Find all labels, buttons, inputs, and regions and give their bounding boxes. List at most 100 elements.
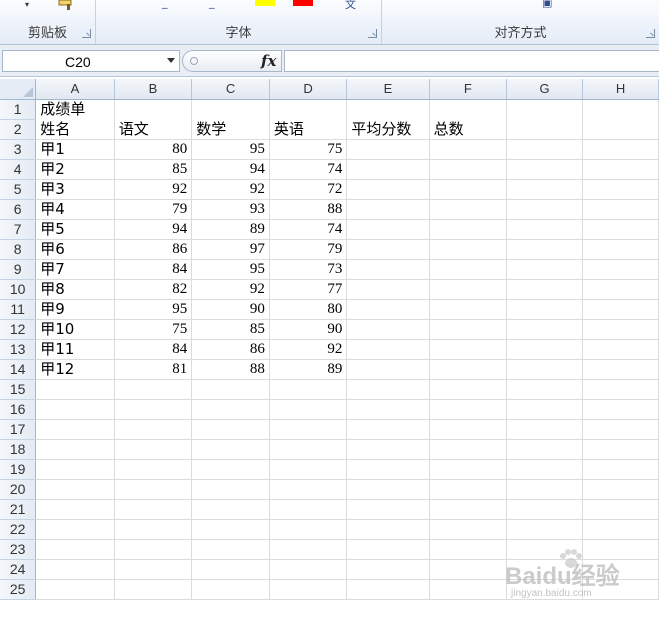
cell[interactable] bbox=[114, 99, 193, 119]
cell[interactable]: 数学 bbox=[191, 119, 270, 140]
cell[interactable]: 82 bbox=[114, 279, 193, 300]
cell[interactable]: 甲2 bbox=[35, 159, 115, 180]
cell[interactable] bbox=[191, 559, 270, 580]
row-header[interactable]: 9 bbox=[0, 259, 37, 280]
cell[interactable]: 甲5 bbox=[35, 219, 115, 240]
cell[interactable]: 甲9 bbox=[35, 299, 115, 320]
row-header[interactable]: 22 bbox=[0, 519, 37, 540]
cell[interactable] bbox=[346, 319, 430, 340]
column-header[interactable]: D bbox=[269, 79, 348, 100]
cell[interactable]: 甲4 bbox=[35, 199, 115, 220]
row-header[interactable]: 16 bbox=[0, 399, 37, 420]
cell[interactable]: 英语 bbox=[269, 119, 348, 140]
cell[interactable]: 73 bbox=[269, 259, 348, 280]
cell[interactable] bbox=[269, 439, 348, 460]
cell[interactable] bbox=[582, 239, 659, 260]
row-header[interactable]: 25 bbox=[0, 579, 37, 600]
cell[interactable] bbox=[506, 419, 584, 440]
highlight-color-icon[interactable] bbox=[255, 0, 275, 6]
cell[interactable] bbox=[269, 459, 348, 480]
cell[interactable]: 95 bbox=[191, 139, 270, 160]
insert-function-icon[interactable]: fx bbox=[261, 52, 276, 70]
cell[interactable] bbox=[191, 459, 270, 480]
cell[interactable]: 甲10 bbox=[35, 319, 115, 340]
cell[interactable] bbox=[582, 119, 659, 140]
cell[interactable] bbox=[114, 559, 193, 580]
cell[interactable] bbox=[35, 459, 115, 480]
cell[interactable] bbox=[506, 559, 584, 580]
clipboard-launcher-icon[interactable] bbox=[82, 29, 91, 38]
cell[interactable] bbox=[346, 519, 430, 540]
cell[interactable] bbox=[429, 419, 508, 440]
row-header[interactable]: 8 bbox=[0, 239, 37, 260]
cell[interactable]: 94 bbox=[114, 219, 193, 240]
cell[interactable] bbox=[35, 419, 115, 440]
cell[interactable] bbox=[582, 279, 659, 300]
row-header[interactable]: 3 bbox=[0, 139, 37, 160]
cell[interactable] bbox=[506, 499, 584, 520]
cell[interactable] bbox=[582, 219, 659, 240]
cell[interactable] bbox=[346, 99, 430, 119]
cell[interactable] bbox=[346, 159, 430, 180]
cell[interactable] bbox=[429, 399, 508, 420]
cell[interactable] bbox=[429, 559, 508, 580]
cell[interactable] bbox=[346, 499, 430, 520]
cell[interactable]: 89 bbox=[269, 359, 348, 380]
cell[interactable] bbox=[35, 479, 115, 500]
formula-input[interactable] bbox=[284, 50, 659, 72]
cell[interactable]: 成绩单 bbox=[35, 99, 115, 119]
cell[interactable]: 97 bbox=[191, 239, 270, 260]
cell[interactable]: 甲6 bbox=[35, 239, 115, 260]
cell[interactable]: 平均分数 bbox=[346, 119, 430, 140]
cell[interactable]: 93 bbox=[191, 199, 270, 220]
cell[interactable] bbox=[506, 339, 584, 360]
phonetic-icon[interactable]: 文 bbox=[345, 0, 356, 12]
cell[interactable]: 74 bbox=[269, 219, 348, 240]
cell[interactable] bbox=[346, 579, 430, 600]
cell[interactable] bbox=[429, 539, 508, 560]
cell[interactable] bbox=[506, 199, 584, 220]
cell[interactable]: 75 bbox=[114, 319, 193, 340]
cell[interactable]: 甲1 bbox=[35, 139, 115, 160]
cell[interactable] bbox=[114, 399, 193, 420]
cell[interactable] bbox=[506, 219, 584, 240]
row-header[interactable]: 2 bbox=[0, 119, 37, 140]
cell[interactable] bbox=[582, 259, 659, 280]
cell[interactable] bbox=[582, 499, 659, 520]
cell[interactable]: 80 bbox=[114, 139, 193, 160]
cell[interactable] bbox=[582, 419, 659, 440]
row-header[interactable]: 14 bbox=[0, 359, 37, 380]
cell[interactable]: 90 bbox=[191, 299, 270, 320]
cell[interactable] bbox=[114, 499, 193, 520]
cell[interactable] bbox=[35, 499, 115, 520]
cell[interactable] bbox=[506, 279, 584, 300]
column-header[interactable]: C bbox=[191, 79, 270, 100]
cell[interactable]: 81 bbox=[114, 359, 193, 380]
cell[interactable] bbox=[191, 379, 270, 400]
cell[interactable] bbox=[506, 139, 584, 160]
cell[interactable] bbox=[346, 379, 430, 400]
cell[interactable] bbox=[191, 499, 270, 520]
cell[interactable] bbox=[506, 179, 584, 200]
cell[interactable]: 79 bbox=[269, 239, 348, 260]
cell[interactable] bbox=[346, 339, 430, 360]
underline-icon[interactable]: _ bbox=[162, 0, 168, 9]
cell[interactable] bbox=[582, 579, 659, 600]
cell[interactable] bbox=[114, 519, 193, 540]
merge-center-icon[interactable]: ▣ bbox=[542, 0, 552, 9]
cell[interactable] bbox=[582, 139, 659, 160]
resize-handle-icon[interactable] bbox=[190, 57, 198, 65]
cell[interactable]: 84 bbox=[114, 339, 193, 360]
cell[interactable] bbox=[429, 479, 508, 500]
row-header[interactable]: 1 bbox=[0, 99, 37, 120]
row-header[interactable]: 19 bbox=[0, 459, 37, 480]
cell[interactable] bbox=[582, 399, 659, 420]
cell[interactable] bbox=[114, 579, 193, 600]
cell[interactable] bbox=[506, 319, 584, 340]
cell[interactable]: 甲3 bbox=[35, 179, 115, 200]
cell[interactable] bbox=[269, 499, 348, 520]
cell[interactable] bbox=[429, 179, 508, 200]
cell[interactable] bbox=[346, 539, 430, 560]
cell[interactable] bbox=[429, 259, 508, 280]
cell[interactable] bbox=[582, 179, 659, 200]
